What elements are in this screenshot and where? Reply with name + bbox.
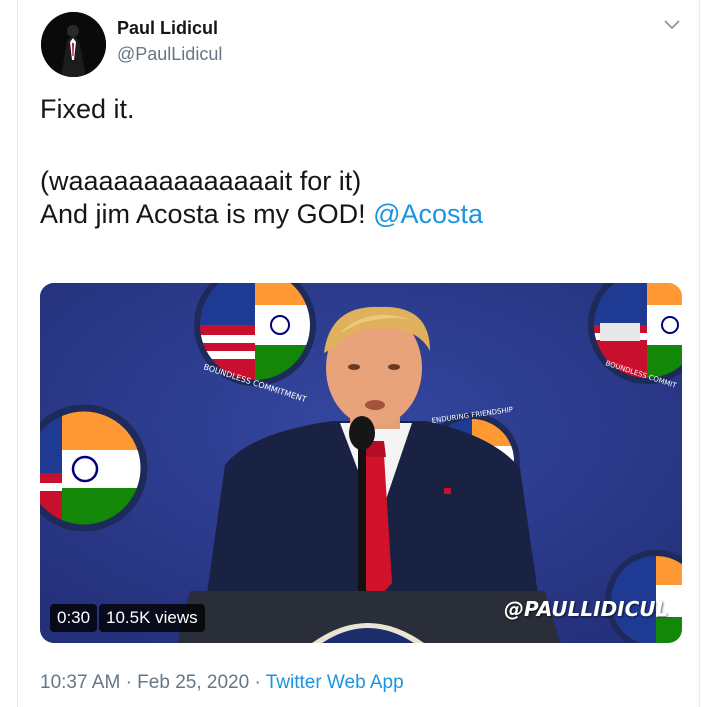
tweet-text-line: Fixed it. — [40, 94, 135, 124]
avatar-image — [41, 12, 106, 77]
mention-link[interactable]: @Acosta — [373, 199, 483, 229]
tweet-time[interactable]: 10:37 AM — [40, 672, 120, 693]
tweet-date[interactable]: Feb 25, 2020 — [137, 672, 249, 693]
tweet-text-line: And jim Acosta is my GOD! @Acosta — [40, 198, 670, 231]
tweet-text: Fixed it. (waaaaaaaaaaaaaait for it) And… — [40, 93, 670, 231]
video-frame: BOUNDLESS COMMITMENT BOUNDLESS COMMIT EN… — [40, 283, 682, 643]
meta-separator: · — [125, 672, 132, 693]
author-handle[interactable]: @PaulLidicul — [117, 44, 222, 65]
tweet-source-app[interactable]: Twitter Web App — [266, 672, 404, 693]
video-views-badge: 10.5K views — [99, 604, 205, 632]
video-duration-badge: 0:30 — [50, 604, 98, 632]
tweet-text-line: (waaaaaaaaaaaaaait for it) — [40, 166, 362, 196]
tweet-meta: 10:37 AM · Feb 25, 2020 · Twitter Web Ap… — [40, 672, 404, 694]
video-watermark: @PAULLIDICUL — [504, 597, 669, 621]
meta-separator: · — [254, 672, 261, 693]
tweet-text-spacer — [40, 126, 670, 165]
author-name[interactable]: Paul Lidicul — [117, 18, 218, 39]
avatar[interactable] — [41, 12, 106, 77]
tweet-card: Paul Lidicul @PaulLidicul Fixed it. (waa… — [17, 0, 700, 707]
chevron-down-icon — [664, 20, 680, 29]
video-player[interactable]: BOUNDLESS COMMITMENT BOUNDLESS COMMIT EN… — [40, 283, 682, 643]
tweet-menu-button[interactable] — [661, 14, 683, 36]
tweet-text-fragment: And jim Acosta is my GOD! — [40, 199, 374, 229]
